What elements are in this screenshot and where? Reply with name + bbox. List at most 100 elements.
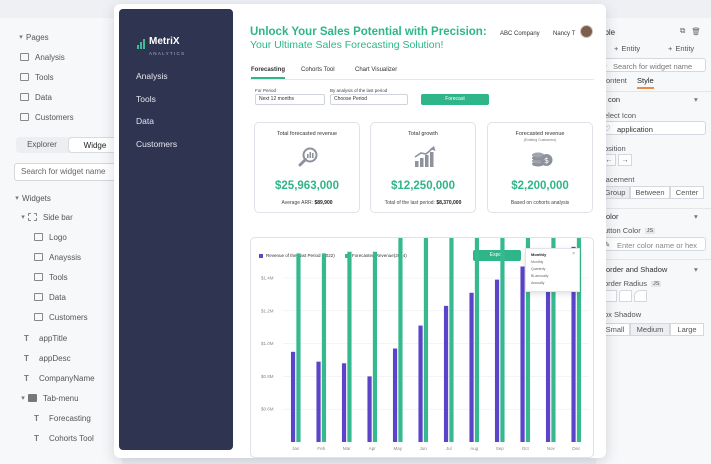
tree-item-companyname[interactable]: T CompanyName [24,371,95,385]
plus-icon: + [614,44,619,53]
placement-center-button[interactable]: Center [670,186,704,199]
app-logo: MetriX ANALYTICS [137,31,185,56]
tree-item-anayssis[interactable]: Anayssis [34,250,81,264]
card-value: $2,200,000 [511,180,569,192]
tab-content[interactable]: ontent [606,76,627,85]
bar-prev-oct [520,266,525,442]
box-shadow-label: ox Shadow [604,310,642,319]
avatar[interactable] [580,25,593,38]
pages-header[interactable]: ▾ Pages [16,30,48,44]
color-input[interactable]: ✎ Enter color name or hex [596,237,706,251]
x-tick-label: Jul [446,446,452,451]
nav-item-customers[interactable]: Customers [136,139,177,149]
tree-item-sidebar[interactable]: ▾ Side bar [18,210,73,224]
tree-item-tools[interactable]: Tools [34,270,68,284]
svg-text:$: $ [544,156,549,165]
text-icon: T [34,413,39,423]
tab-cohorts-tool[interactable]: Cohorts Tool [301,67,335,73]
tree-item-cohorts-tool[interactable]: T Cohorts Tool [34,431,94,445]
widgets-header[interactable]: ▾ Widgets [12,191,51,205]
tree-item-forecasting[interactable]: T Forecasting [34,411,91,425]
delete-icon[interactable]: 🗑︎ [691,27,701,36]
nav-item-analysis[interactable]: Analysis [136,71,168,81]
x-tick-label: May [393,446,402,451]
tab-forecasting[interactable]: Forecasting [251,67,286,79]
dropdown-option-monthly[interactable]: Monthly [531,260,543,264]
close-icon[interactable]: × [572,251,575,257]
shadow-medium-button[interactable]: Medium [630,323,670,336]
text-icon: T [24,333,29,343]
tree-item-tabmenu[interactable]: ▾ Tab-menu [18,391,78,405]
analysis-period-select[interactable]: Choose Period [330,94,408,105]
button-color-label: utton Color JS [604,226,656,235]
bar-prev-jul [443,305,449,442]
tree-item-appdesc[interactable]: TappDesc [24,351,71,365]
section-color-header[interactable]: olor [606,212,619,221]
analysis-period-label: By analysis of the last period [330,88,388,93]
page-item-data[interactable]: Data [20,90,52,104]
divider [596,259,711,260]
card-value: $12,250,000 [391,180,455,192]
page-item-tools[interactable]: Tools [20,70,54,84]
dropdown-option-annually[interactable]: Annually [531,281,544,285]
tree-item-customers[interactable]: Customers [34,310,88,324]
tab-explorer[interactable]: Explorer [16,137,68,153]
tree-item-apptitle[interactable]: TappTitle [24,331,67,345]
card-footer: Total of the last period: $8,370,000 [384,200,462,206]
chevron-down-icon[interactable]: ▾ [694,95,698,104]
properties-search-input[interactable]: ⌕ Search for widget name [596,58,706,72]
section-icon-header[interactable]: con [608,95,620,104]
panel-actions: ⧉ 🗑︎ [680,26,701,36]
js-badge[interactable]: JS [650,280,662,287]
placement-between-button[interactable]: Between [630,186,670,199]
tab-style[interactable]: Style [637,76,654,89]
x-tick-label: Jan [292,446,300,451]
radius-small-icon[interactable] [619,290,632,302]
placement-label: lacement [604,175,635,184]
copy-icon[interactable]: ⧉ [680,26,685,36]
forecast-button[interactable]: Forecast [421,94,489,105]
nav-item-tools[interactable]: Tools [136,94,156,104]
text-icon: T [34,433,39,443]
page-icon [20,93,29,101]
icon-select[interactable]: ♡ application [596,121,706,135]
tree-item-data[interactable]: Data [34,290,66,304]
bar-forecast-feb [321,253,327,442]
app-subtitle: Your Ultimate Sales Forecasting Solution… [250,39,444,51]
y-tick-label: $0.8M [261,374,274,379]
bar-prev-mar [341,363,347,442]
section-border-header[interactable]: order and Shadow [606,265,667,274]
nav-item-data[interactable]: Data [136,116,154,126]
card-title: Total growth [408,131,438,137]
position-buttons: ← → [602,154,632,166]
for-period-select[interactable]: Next 12 months [255,94,325,105]
radius-large-icon[interactable] [634,290,647,302]
page-item-analysis[interactable]: Analysis [20,50,65,64]
card-footer: Average ARR: $89,900 [281,200,333,206]
user-name[interactable]: Nancy T [553,31,575,37]
page-item-customers[interactable]: Customers [20,110,74,124]
add-entity-button-2[interactable]: + Entity [668,44,694,53]
kpi-card-total-growth: Total growth $12,250,000 Total of the la… [370,122,476,213]
chevron-down-icon[interactable]: ▾ [694,212,698,221]
revenue-chart-card: Revenue of the Last Period (2022) Foreca… [250,237,594,458]
chevron-down-icon[interactable]: ▾ [694,265,698,274]
tab-chart-visualizer[interactable]: Chart Visualizer [355,67,397,73]
bar-prev-may [392,348,398,442]
tree-item-logo[interactable]: Logo [34,230,67,244]
dropdown-option-quarterly[interactable]: Quarterly [531,267,545,271]
x-tick-label: Aug [470,446,479,451]
app-title: Unlock Your Sales Potential with Precisi… [250,26,487,38]
page-icon [20,73,29,81]
dropdown-option-biannually[interactable]: Bi-annually [531,274,548,278]
logo-bars-icon [137,38,145,49]
js-badge[interactable]: JS [644,227,656,234]
add-entity-button-1[interactable]: + Entity [614,44,640,53]
text-icon: T [24,353,29,363]
box-icon [34,313,43,321]
shadow-large-button[interactable]: Large [670,323,704,336]
box-icon [34,253,43,261]
arrow-right-icon[interactable]: → [618,154,632,166]
widget-search-input[interactable]: Search for widget name [14,163,122,181]
period-dropdown[interactable]: Monthly × Monthly Quarterly Bi-annually … [525,248,580,292]
